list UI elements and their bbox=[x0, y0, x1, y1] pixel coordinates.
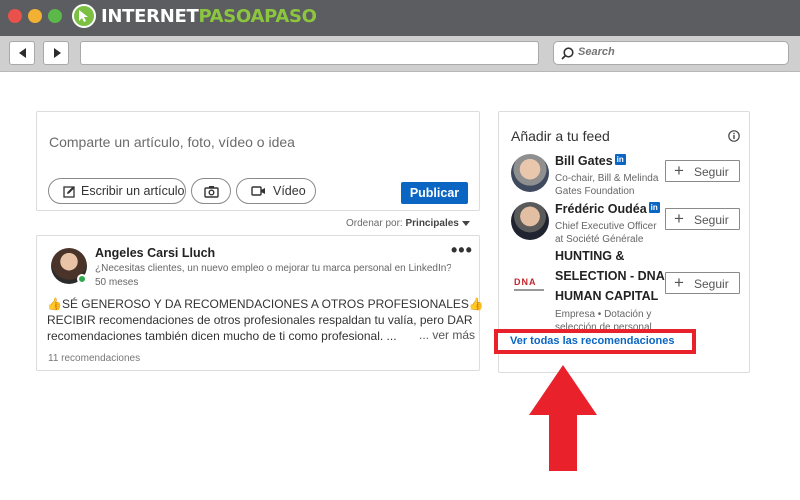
linkedin-feed-page: Comparte un artículo, foto, vídeo o idea… bbox=[0, 73, 800, 500]
address-bar[interactable] bbox=[80, 41, 539, 65]
recommendation-name[interactable]: Bill Gates in bbox=[555, 154, 626, 168]
maximize-window-button[interactable] bbox=[48, 9, 62, 23]
bill-gates-avatar[interactable] bbox=[511, 154, 549, 192]
recommendations-count[interactable]: 11 recomendaciones bbox=[48, 353, 140, 364]
recommendation-name-text: Bill Gates bbox=[555, 154, 613, 168]
company-logo-text: DNA bbox=[514, 277, 537, 287]
follow-label: Seguir bbox=[694, 213, 729, 227]
recommendation-subtitle: Chief Executive Officer at Société Génér… bbox=[555, 220, 657, 246]
site-logo: INTERNETPASOAPASO bbox=[101, 6, 317, 28]
linkedin-influencer-icon: in bbox=[648, 202, 660, 213]
caret-down-icon bbox=[461, 220, 470, 226]
follow-button[interactable]: + Seguir bbox=[665, 160, 740, 182]
write-article-label: Escribir un artículo bbox=[81, 184, 185, 198]
search-icon bbox=[561, 47, 574, 60]
subtitle-line: Empresa • Dotación y bbox=[555, 309, 652, 320]
post-age: 50 meses bbox=[95, 277, 139, 288]
post-options-icon[interactable]: ••• bbox=[451, 240, 473, 261]
subtitle-line: Gates Foundation bbox=[555, 186, 635, 197]
follow-button[interactable]: + Seguir bbox=[665, 272, 740, 294]
sort-value: Principales bbox=[405, 218, 459, 229]
share-prompt-input[interactable]: Comparte un artículo, foto, vídeo o idea bbox=[49, 134, 295, 150]
see-more-link[interactable]: ... ver más bbox=[419, 328, 475, 342]
window-titlebar: INTERNETPASOAPASO bbox=[0, 0, 800, 36]
write-article-button[interactable]: Escribir un artículo bbox=[48, 178, 186, 204]
forward-arrow-icon bbox=[54, 48, 61, 58]
back-button[interactable] bbox=[9, 41, 35, 65]
plus-icon: + bbox=[674, 161, 684, 180]
video-camera-icon bbox=[251, 186, 265, 196]
close-window-button[interactable] bbox=[8, 9, 22, 23]
video-label: Vídeo bbox=[273, 184, 306, 198]
recommendation-name[interactable]: Frédéric Oudéa in bbox=[555, 202, 660, 216]
sort-label: Ordenar por: bbox=[346, 218, 403, 229]
forward-button[interactable] bbox=[43, 41, 69, 65]
red-arrow-up-icon bbox=[529, 365, 597, 471]
linkedin-influencer-icon: in bbox=[614, 154, 626, 165]
browser-toolbar bbox=[0, 36, 800, 72]
plus-icon: + bbox=[674, 209, 684, 228]
recommendation-subtitle: Co-chair, Bill & Melinda Gates Foundatio… bbox=[555, 172, 658, 198]
add-photo-button[interactable] bbox=[191, 178, 231, 204]
logo-text-white: INTERNET bbox=[101, 6, 199, 27]
camera-icon bbox=[204, 186, 219, 198]
cursor-logo-icon bbox=[72, 4, 96, 28]
follow-label: Seguir bbox=[694, 165, 729, 179]
subtitle-line: at Société Générale bbox=[555, 234, 644, 245]
publish-button[interactable]: Publicar bbox=[401, 182, 468, 204]
company-name-line: HUMAN CAPITAL bbox=[555, 289, 659, 303]
post-body-line: 👍SÉ GENEROSO Y DA RECOMENDACIONES A OTRO… bbox=[47, 297, 484, 311]
frederic-oudea-avatar[interactable] bbox=[511, 202, 549, 240]
info-icon[interactable] bbox=[728, 130, 740, 142]
add-video-button[interactable]: Vídeo bbox=[236, 178, 316, 204]
logo-text-green: PASOAPASO bbox=[198, 6, 317, 27]
minimize-window-button[interactable] bbox=[28, 9, 42, 23]
subtitle-line: Chief Executive Officer bbox=[555, 221, 657, 232]
post-author-headline: ¿Necesitas clientes, un nuevo empleo o m… bbox=[95, 263, 451, 274]
post-author-name[interactable]: Angeles Carsi Lluch bbox=[95, 246, 215, 260]
search-input[interactable] bbox=[578, 46, 778, 58]
dna-company-logo[interactable]: DNA bbox=[511, 266, 549, 304]
post-body-line: RECIBIR recomendaciones de otros profesi… bbox=[47, 313, 473, 327]
company-name-line: SELECTION - DNA bbox=[555, 269, 665, 283]
back-arrow-icon bbox=[19, 48, 26, 58]
subtitle-line: Co-chair, Bill & Melinda bbox=[555, 173, 659, 184]
online-status-icon bbox=[77, 274, 87, 284]
sort-dropdown[interactable]: Ordenar por: Principales bbox=[346, 218, 482, 229]
company-logo-rule bbox=[514, 289, 544, 291]
post-body-line: recomendaciones también dicen mucho de t… bbox=[47, 329, 397, 343]
recommendation-name[interactable]: HUNTING & SELECTION - DNA HUMAN CAPITAL bbox=[555, 246, 665, 306]
edit-icon bbox=[63, 186, 75, 198]
add-to-feed-title: Añadir a tu feed bbox=[511, 128, 610, 144]
follow-label: Seguir bbox=[694, 277, 729, 291]
feed-post: Angeles Carsi Lluch ¿Necesitas clientes,… bbox=[36, 235, 484, 371]
highlight-box: Ver todas las recomendaciones bbox=[494, 329, 696, 354]
company-name-line: HUNTING & bbox=[555, 249, 625, 263]
recommendation-name-text: Frédéric Oudéa bbox=[555, 202, 647, 216]
browser-search-box[interactable] bbox=[553, 41, 789, 65]
share-composer: Comparte un artículo, foto, vídeo o idea… bbox=[36, 111, 480, 211]
post-body: 👍SÉ GENEROSO Y DA RECOMENDACIONES A OTRO… bbox=[47, 296, 484, 344]
plus-icon: + bbox=[674, 273, 684, 292]
follow-button[interactable]: + Seguir bbox=[665, 208, 740, 230]
see-all-recommendations-link[interactable]: Ver todas las recomendaciones bbox=[510, 335, 674, 347]
